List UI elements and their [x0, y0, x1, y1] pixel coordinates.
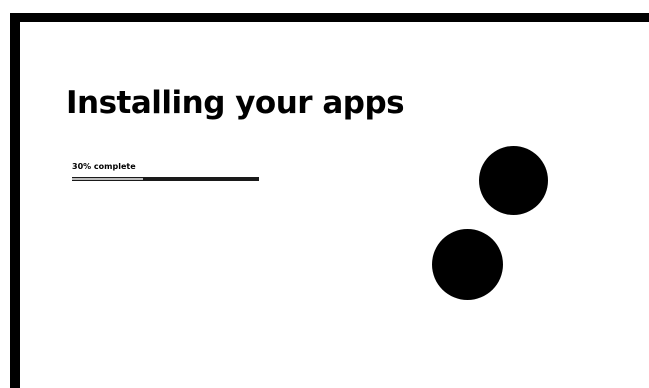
progress-bar-fill: [72, 178, 144, 180]
progress-bar: [72, 177, 259, 181]
screen-frame-left: [10, 13, 20, 388]
screen-frame-top: [10, 13, 649, 22]
spinner-dot: [479, 146, 548, 215]
progress-label: 30% complete: [72, 162, 136, 171]
spinner-dot: [432, 229, 503, 300]
installer-screen: Installing your apps 30% complete: [0, 0, 649, 388]
page-title: Installing your apps: [66, 85, 405, 121]
